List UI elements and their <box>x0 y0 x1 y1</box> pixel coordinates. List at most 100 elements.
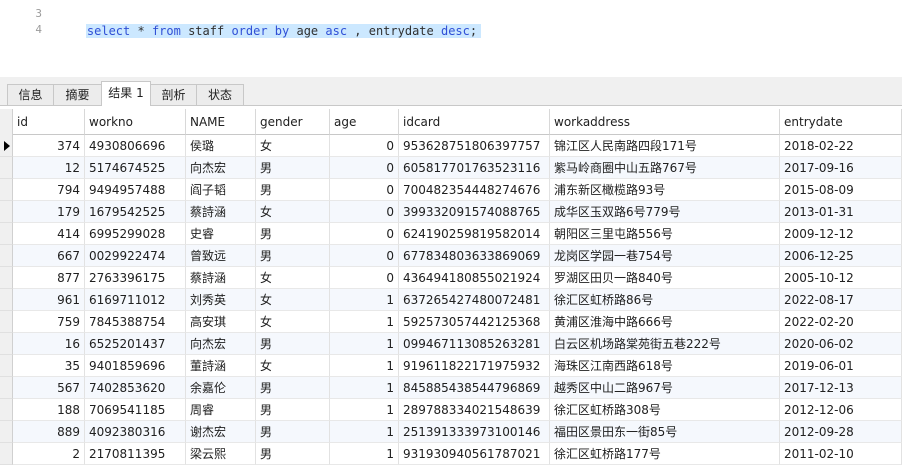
table-row[interactable]: 961 6169711012 刘秀英女 1 637265427480072481 徐汇区虹… <box>0 289 902 311</box>
cell-workaddress[interactable]: 浦东新区橄榄路93号 <box>550 179 780 201</box>
cell-workaddress[interactable]: 海珠区江南西路618号 <box>550 355 780 377</box>
table-row[interactable]: 759 7845388754 高安琪女 1 592573057442125368 黄浦区淮… <box>0 311 902 333</box>
cell-workno[interactable]: 4930806696 <box>85 135 186 157</box>
cell-gender[interactable]: 女 <box>256 135 330 157</box>
cell-workaddress[interactable]: 龙岗区学园一巷754号 <box>550 245 780 267</box>
cell-age[interactable]: 1 <box>330 443 399 465</box>
row-selector[interactable] <box>0 201 13 223</box>
cell-gender[interactable]: 男 <box>256 223 330 245</box>
cell-id[interactable]: 667 <box>13 245 85 267</box>
column-header-workaddress[interactable]: workaddress <box>550 109 780 135</box>
cell-idcard[interactable]: 637265427480072481 <box>399 289 550 311</box>
cell-id[interactable]: 35 <box>13 355 85 377</box>
row-selector[interactable] <box>0 399 13 421</box>
cell-idcard[interactable]: 399332091574088765 <box>399 201 550 223</box>
sql-editor[interactable]: select * from staff order by age asc , e… <box>0 0 902 77</box>
cell-entrydate[interactable]: 2017-12-13 <box>780 377 902 399</box>
cell-workno[interactable]: 7069541185 <box>85 399 186 421</box>
table-row[interactable]: 12 5174674525 向杰宏男 0 605817701763523116 紫马岭商圈… <box>0 157 902 179</box>
cell-gender[interactable]: 男 <box>256 421 330 443</box>
row-selector[interactable] <box>0 355 13 377</box>
cell-workno[interactable]: 6169711012 <box>85 289 186 311</box>
row-selector[interactable] <box>0 311 13 333</box>
row-selector[interactable] <box>0 157 13 179</box>
cell-workaddress[interactable]: 越秀区中山二路967号 <box>550 377 780 399</box>
cell-age[interactable]: 0 <box>330 223 399 245</box>
cell-entrydate[interactable]: 2006-12-25 <box>780 245 902 267</box>
table-row[interactable]: 374 4930806696 侯璐女 0 953628751806397757 锦江区人民… <box>0 135 902 157</box>
cell-workno[interactable]: 1679542525 <box>85 201 186 223</box>
cell-entrydate[interactable]: 2022-02-20 <box>780 311 902 333</box>
cell-idcard[interactable]: 931930940561787021 <box>399 443 550 465</box>
cell-workaddress[interactable]: 锦江区人民南路四段171号 <box>550 135 780 157</box>
cell-gender[interactable]: 男 <box>256 443 330 465</box>
cell-age[interactable]: 0 <box>330 267 399 289</box>
cell-idcard[interactable]: 700482354448274676 <box>399 179 550 201</box>
column-header-name[interactable]: NAME <box>186 109 256 135</box>
cell-age[interactable]: 0 <box>330 245 399 267</box>
column-header-id[interactable]: id <box>13 109 85 135</box>
cell-age[interactable]: 0 <box>330 201 399 223</box>
cell-idcard[interactable]: 953628751806397757 <box>399 135 550 157</box>
cell-gender[interactable]: 女 <box>256 267 330 289</box>
row-selector[interactable] <box>0 245 13 267</box>
row-selector[interactable] <box>0 333 13 355</box>
table-row[interactable]: 179 1679542525 蔡詩涵女 0 399332091574088765 成华区玉… <box>0 201 902 223</box>
cell-name[interactable]: 余嘉伦 <box>186 377 256 399</box>
cell-id[interactable]: 567 <box>13 377 85 399</box>
cell-workno[interactable]: 5174674525 <box>85 157 186 179</box>
row-selector[interactable] <box>0 135 13 157</box>
cell-id[interactable]: 414 <box>13 223 85 245</box>
cell-workno[interactable]: 6525201437 <box>85 333 186 355</box>
cell-name[interactable]: 曾致远 <box>186 245 256 267</box>
cell-entrydate[interactable]: 2011-02-10 <box>780 443 902 465</box>
cell-gender[interactable]: 男 <box>256 377 330 399</box>
cell-workaddress[interactable]: 徐汇区虹桥路177号 <box>550 443 780 465</box>
column-header-idcard[interactable]: idcard <box>399 109 550 135</box>
cell-workaddress[interactable]: 徐汇区虹桥路86号 <box>550 289 780 311</box>
table-row[interactable]: 889 4092380316 谢杰宏男 1 251391333973100146 福田区景… <box>0 421 902 443</box>
tab-3[interactable]: 剖析 <box>150 84 197 105</box>
cell-entrydate[interactable]: 2012-12-06 <box>780 399 902 421</box>
cell-idcard[interactable]: 289788334021548639 <box>399 399 550 421</box>
cell-id[interactable]: 16 <box>13 333 85 355</box>
column-header-workno[interactable]: workno <box>85 109 186 135</box>
table-row[interactable]: 567 7402853620 余嘉伦男 1 845885438544796869 越秀区中… <box>0 377 902 399</box>
cell-entrydate[interactable]: 2022-08-17 <box>780 289 902 311</box>
cell-idcard[interactable]: 845885438544796869 <box>399 377 550 399</box>
cell-age[interactable]: 1 <box>330 289 399 311</box>
cell-workno[interactable]: 7402853620 <box>85 377 186 399</box>
cell-entrydate[interactable]: 2020-06-02 <box>780 333 902 355</box>
result-grid[interactable]: id workno NAME gender age idcard workaddress en… <box>0 106 902 469</box>
cell-id[interactable]: 759 <box>13 311 85 333</box>
cell-entrydate[interactable]: 2012-09-28 <box>780 421 902 443</box>
cell-name[interactable]: 刘秀英 <box>186 289 256 311</box>
cell-age[interactable]: 1 <box>330 311 399 333</box>
row-selector[interactable] <box>0 443 13 465</box>
cell-name[interactable]: 董詩涵 <box>186 355 256 377</box>
cell-workno[interactable]: 2170811395 <box>85 443 186 465</box>
table-row[interactable]: 667 0029922474 曾致远男 0 677834803633869069 龙岗区学… <box>0 245 902 267</box>
cell-gender[interactable]: 男 <box>256 245 330 267</box>
cell-name[interactable]: 蔡詩涵 <box>186 267 256 289</box>
cell-name[interactable]: 史睿 <box>186 223 256 245</box>
tab-2[interactable]: 结果 1 <box>101 81 151 106</box>
cell-age[interactable]: 1 <box>330 333 399 355</box>
cell-idcard[interactable]: 677834803633869069 <box>399 245 550 267</box>
cell-workaddress[interactable]: 黄浦区淮海中路666号 <box>550 311 780 333</box>
cell-id[interactable]: 179 <box>13 201 85 223</box>
cell-gender[interactable]: 女 <box>256 355 330 377</box>
row-selector[interactable] <box>0 377 13 399</box>
cell-workno[interactable]: 6995299028 <box>85 223 186 245</box>
table-row[interactable]: 877 2763396175 蔡詩涵女 0 436494180855021924 罗湖区田… <box>0 267 902 289</box>
cell-entrydate[interactable]: 2005-10-12 <box>780 267 902 289</box>
cell-gender[interactable]: 男 <box>256 157 330 179</box>
tab-1[interactable]: 摘要 <box>53 84 102 105</box>
cell-idcard[interactable]: 605817701763523116 <box>399 157 550 179</box>
cell-name[interactable]: 向杰宏 <box>186 333 256 355</box>
cell-idcard[interactable]: 919611822171975932 <box>399 355 550 377</box>
table-row[interactable]: 414 6995299028 史睿男 0 624190259819582014 朝阳区三里… <box>0 223 902 245</box>
cell-workaddress[interactable]: 徐汇区虹桥路308号 <box>550 399 780 421</box>
cell-name[interactable]: 梁云熙 <box>186 443 256 465</box>
cell-id[interactable]: 889 <box>13 421 85 443</box>
